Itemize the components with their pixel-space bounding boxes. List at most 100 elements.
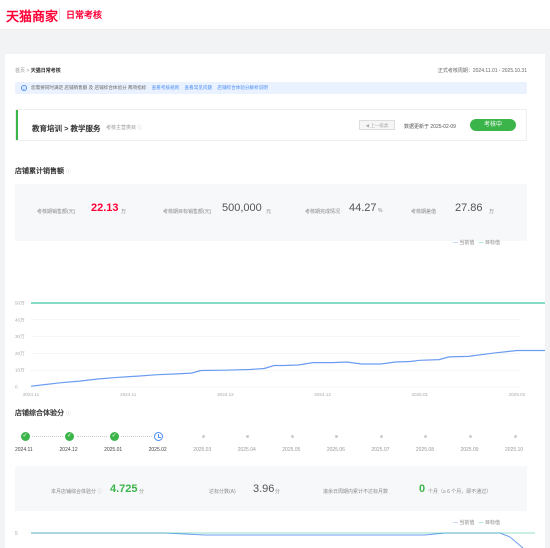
help-icon[interactable]: ⓘ — [66, 169, 71, 175]
month-future-dot[interactable] — [513, 435, 517, 438]
month-future-dot[interactable] — [290, 435, 294, 438]
sales-chart: 0 10万 20万 30万 40万 50万 2024.11 2024.11 2024.12 20… — [15, 301, 545, 397]
category-accent-bar — [16, 110, 18, 140]
month-label[interactable]: 2025.08 — [416, 447, 434, 453]
timeline-connector — [32, 436, 63, 437]
help-icon: ⓘ — [137, 125, 143, 131]
x-tick-label: 2024.12 — [217, 392, 234, 397]
stat-value-target: 500,000 — [222, 202, 262, 214]
x-tick-label: 2024.11 — [120, 392, 137, 397]
month-label[interactable]: 2025.04 — [238, 447, 256, 453]
month-label[interactable]: 2024.11 — [15, 447, 33, 453]
score-value-pass: 3.96 — [253, 483, 275, 495]
stat-label-gap: 考核期差值 — [411, 209, 437, 215]
assessment-period: 正式考核周期：2024.11.01 - 2025.10.31 — [437, 68, 527, 74]
notice-banner: i 您需要同时满足 店铺销售额 及 店铺综合体验分 两项指标 查看考核规则 查看… — [15, 82, 527, 94]
stat-unit-completion: % — [378, 208, 383, 214]
month-label[interactable]: 2025.01 — [104, 447, 122, 453]
score-unit-fail-months: 个月（≥ 6 个月，即不通过） — [428, 489, 492, 495]
series-line-当前值 — [30, 349, 545, 387]
main-card: 首页 > 天猫日常考核 正式考核周期：2024.11.01 - 2025.10.… — [5, 54, 545, 548]
x-tick-label: 2025.01 — [411, 392, 428, 397]
month-label[interactable]: 2025.02 — [149, 447, 167, 453]
legend-current: 当前值 — [459, 520, 475, 526]
experience-chart: 5 — [15, 531, 535, 548]
month-label[interactable]: 2025.07 — [371, 447, 389, 453]
month-future-dot[interactable] — [424, 435, 428, 438]
stat-unit-target: 元 — [266, 209, 272, 215]
month-label[interactable]: 2025.06 — [327, 447, 345, 453]
legend-target: 目标值 — [484, 520, 500, 526]
stat-value-completion: 44.27 — [349, 202, 377, 214]
month-future-dot[interactable] — [335, 435, 339, 438]
experience-score-panel: 本月店铺综合体验分 ⓘ 4.725 分 达标分数(A) 3.96 分 滚余日周期… — [15, 466, 527, 511]
y-tick-label: 40万 — [15, 317, 25, 323]
experience-current-line — [31, 532, 524, 548]
month-timeline: ✓ 2024.11 ✓ 2024.12 ✓ 2025.01 2025.02 2025.03 20… — [5, 429, 545, 459]
stat-value-gap: 27.86 — [455, 202, 483, 214]
stat-label-target: 考核期目标销售额(元) — [163, 209, 212, 215]
help-icon: ⓘ — [97, 489, 103, 495]
score-label-current: 本月店铺综合体验分 ⓘ — [51, 489, 103, 495]
brand-logo[interactable]: 天猫商家 — [6, 6, 58, 25]
y-tick-label: 20万 — [15, 351, 25, 357]
breadcrumb: 首页 > 天猫日常考核 — [15, 67, 61, 74]
breadcrumb-separator: > — [26, 68, 30, 74]
category-path: 教育培训 > 教学服务 — [32, 124, 101, 133]
header-divider — [59, 8, 60, 20]
stat-label-completion: 考核期完成情况 — [305, 209, 341, 215]
sales-section-title: 店铺累计销售额 ⓘ — [15, 168, 71, 175]
month-future-dot[interactable] — [201, 435, 205, 438]
breadcrumb-home[interactable]: 首页 — [15, 68, 25, 74]
month-done-check-icon[interactable]: ✓ — [20, 432, 30, 441]
y-tick-label: 0 — [15, 385, 18, 390]
score-value-current: 4.725 — [110, 483, 138, 495]
month-future-dot[interactable] — [379, 435, 383, 438]
y-tick-label: 10万 — [15, 368, 25, 374]
month-done-check-icon[interactable]: ✓ — [109, 432, 119, 441]
stat-label-sales: 考核期销售额(元) — [37, 209, 76, 215]
timeline-connector — [121, 436, 152, 437]
help-icon[interactable]: ⓘ — [66, 411, 71, 417]
assessing-status-button[interactable]: 考核中 — [470, 119, 516, 131]
month-label[interactable]: 2024.12 — [60, 447, 78, 453]
x-tick-label: 2024.11 — [23, 392, 40, 397]
data-updated-text: 数据更新于 2025-02-09 — [404, 124, 456, 130]
top-bar: 天猫商家 日常考核 — [0, 0, 550, 30]
page-subtitle: 日常考核 — [66, 10, 103, 20]
month-label[interactable]: 2025.10 — [505, 447, 523, 453]
category-panel: 教育培训 > 教学服务 考核主营类目 ⓘ ◀ 上一级类 数据更新于 2025-0… — [15, 109, 527, 141]
x-tick-label: 2025.02 — [509, 392, 526, 397]
score-unit-current: 分 — [139, 489, 145, 495]
sales-stats-panel: 考核期销售额(元) 22.13 万 考核期目标销售额(元) 500,000 元 … — [15, 184, 527, 241]
y-tick-label: 30万 — [15, 334, 25, 340]
month-current-clock-icon[interactable] — [154, 432, 164, 441]
month-label[interactable]: 2025.03 — [193, 447, 211, 453]
month-done-check-icon[interactable]: ✓ — [65, 432, 75, 441]
month-future-dot[interactable] — [468, 435, 472, 438]
stat-unit-sales: 万 — [121, 209, 127, 215]
y-tick-label: 5 — [15, 531, 18, 537]
score-value-fail-months: 0 — [419, 483, 426, 495]
score-label-fail-months: 滚余日周期内累计不达标月数 — [323, 489, 389, 495]
rules-link[interactable]: 查看考核规则 — [152, 85, 180, 90]
x-tick-label: 2024.12 — [314, 392, 331, 397]
breadcrumb-current: 天猫日常考核 — [30, 68, 61, 74]
score-unit-pass: 分 — [275, 489, 281, 495]
score-explanation-link[interactable]: 店铺综合体验分解析说明 — [217, 85, 268, 90]
month-future-dot[interactable] — [246, 435, 250, 438]
experience-chart-legend: — 当前值 — 目标值 — [453, 520, 500, 526]
notice-text: 您需要同时满足 店铺销售额 及 店铺综合体验分 两项指标 — [31, 85, 147, 90]
month-label[interactable]: 2025.09 — [460, 447, 478, 453]
score-label-pass: 达标分数(A) — [209, 489, 236, 495]
stat-value-sales: 22.13 — [91, 202, 119, 214]
month-label[interactable]: 2025.05 — [282, 447, 300, 453]
y-tick-label: 50万 — [15, 301, 25, 307]
prev-category-button[interactable]: ◀ 上一级类 — [359, 120, 395, 130]
info-icon: i — [21, 85, 27, 91]
timeline-connector — [76, 436, 108, 437]
category-kind: 考核主营类目 ⓘ — [106, 125, 143, 131]
faq-link[interactable]: 查看常见问题 — [185, 85, 213, 90]
stat-unit-gap: 万 — [489, 209, 495, 215]
experience-section-title: 店铺综合体验分 ⓘ — [15, 410, 71, 417]
